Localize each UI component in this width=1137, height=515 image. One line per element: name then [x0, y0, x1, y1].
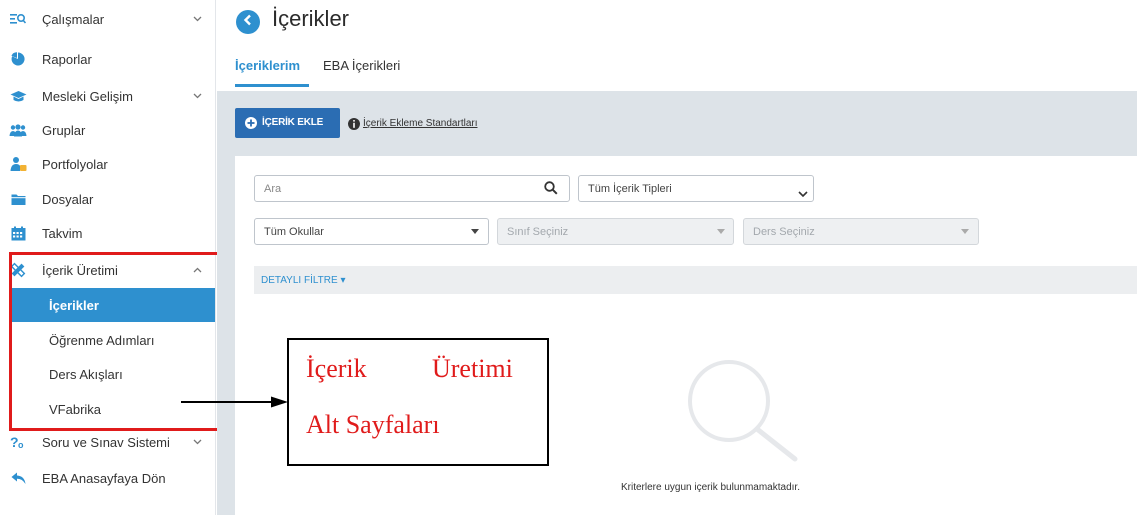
sidebar-subitem-label: VFabrika: [49, 401, 102, 417]
user-portfolio-icon: [9, 155, 27, 173]
tab-eba-icerikleri[interactable]: EBA İçerikleri: [323, 58, 400, 73]
school-value: Tüm Okullar: [264, 225, 324, 238]
course-select[interactable]: Ders Seçiniz: [743, 218, 979, 245]
sidebar-subitem-label: Öğrenme Adımları: [49, 332, 155, 348]
add-content-button[interactable]: İÇERİK EKLE: [235, 108, 340, 138]
question-icon: ? o: [9, 433, 27, 451]
info-icon: [348, 118, 360, 130]
sidebar-item-eba-anasayfa[interactable]: EBA Anasayfaya Dön: [0, 461, 216, 495]
caret-down-icon: [961, 229, 969, 234]
pencil-ruler-icon: [9, 261, 27, 279]
sidebar-subitem-ogrenme-adimlari[interactable]: Öğrenme Adımları: [9, 323, 215, 357]
tab-iceriklerim[interactable]: İçeriklerim: [235, 58, 300, 73]
course-value: Ders Seçiniz: [753, 225, 815, 238]
sidebar-item-label: Soru ve Sınav Sistemi: [42, 434, 170, 450]
sidebar-item-label: Mesleki Gelişim: [42, 88, 134, 104]
class-select[interactable]: Sınıf Seçiniz: [497, 218, 734, 245]
sidebar-item-takvim[interactable]: Takvim: [0, 216, 216, 250]
page-title: İçerikler: [272, 6, 350, 31]
sidebar-item-mesleki-gelisim[interactable]: Mesleki Gelişim: [0, 79, 216, 113]
page-header: İçerikler İçeriklerim EBA İçerikleri: [217, 0, 1137, 90]
reply-arrow-icon: [9, 469, 27, 487]
sidebar-subitem-icerikler[interactable]: İçerikler: [9, 288, 215, 322]
sidebar-item-label: İçerik Üretimi: [42, 262, 118, 278]
detailed-filter-label: DETAYLI FİLTRE ▾: [261, 274, 346, 286]
sidebar-item-soru-sinav[interactable]: ? o Soru ve Sınav Sistemi: [0, 425, 216, 459]
sidebar-subitem-label: İçerikler: [49, 297, 99, 313]
class-value: Sınıf Seçiniz: [507, 225, 569, 238]
empty-state-message: Kriterlere uygun içerik bulunmamaktadır.: [621, 482, 800, 493]
sidebar-item-raporlar[interactable]: Raporlar: [0, 42, 216, 76]
active-tab-indicator: [235, 84, 309, 87]
chevron-left-icon: [243, 13, 253, 31]
search-placeholder: Ara: [264, 182, 282, 195]
pie-chart-icon: [9, 50, 27, 68]
sidebar-item-label: EBA Anasayfaya Dön: [42, 470, 166, 486]
sidebar-item-label: Çalışmalar: [42, 11, 105, 27]
chevron-down-icon: [190, 435, 204, 449]
chevron-down-icon: [190, 89, 204, 103]
content-standards-link[interactable]: İçerik Ekleme Standartları: [363, 118, 478, 129]
chevron-down-icon: [798, 185, 808, 203]
annotation-word-1: İçerik: [306, 354, 367, 383]
sidebar-item-calismalar[interactable]: Çalışmalar: [0, 2, 216, 36]
calendar-icon: [9, 224, 27, 242]
sidebar-item-label: Gruplar: [42, 122, 86, 138]
add-content-label: İÇERİK EKLE: [262, 117, 324, 128]
sidebar-item-gruplar[interactable]: Gruplar: [0, 113, 216, 147]
chevron-up-icon: [190, 263, 204, 277]
search-icon: [544, 181, 558, 200]
sidebar-item-portfolyolar[interactable]: Portfolyolar: [0, 147, 216, 181]
caret-down-icon: [717, 229, 725, 234]
sidebar-item-label: Portfolyolar: [42, 156, 108, 172]
sidebar: Çalışmalar Raporlar Mesleki Gelişim Grup…: [0, 0, 220, 515]
sidebar-item-label: Dosyalar: [42, 191, 94, 207]
empty-search-icon: [685, 357, 801, 468]
arrow-right-icon: [181, 395, 289, 413]
sidebar-item-label: Takvim: [42, 225, 83, 241]
search-input[interactable]: Ara: [254, 175, 570, 202]
sidebar-item-label: Raporlar: [42, 51, 92, 67]
annotation-line-2: Alt Sayfaları: [306, 410, 440, 439]
svg-text:o: o: [18, 440, 24, 450]
sidebar-subitem-ders-akislari[interactable]: Ders Akışları: [9, 357, 215, 391]
caret-down-icon: [471, 229, 479, 234]
folder-icon: [9, 190, 27, 208]
school-select[interactable]: Tüm Okullar: [254, 218, 489, 245]
back-button[interactable]: [236, 10, 260, 34]
sidebar-item-icerik-uretimi[interactable]: İçerik Üretimi: [0, 253, 216, 287]
graduation-cap-icon: [9, 87, 27, 105]
sidebar-item-dosyalar[interactable]: Dosyalar: [0, 182, 216, 216]
list-search-icon: [9, 10, 27, 28]
plus-icon: [245, 117, 257, 129]
content-type-select[interactable]: Tüm İçerik Tipleri: [578, 175, 814, 202]
chevron-down-icon: [190, 12, 204, 26]
sidebar-subitem-label: Ders Akışları: [49, 366, 123, 382]
detailed-filter-toggle[interactable]: DETAYLI FİLTRE ▾: [254, 266, 1137, 294]
annotation-word-2: Üretimi: [432, 354, 513, 383]
annotation-callout: İçerik Üretimi Alt Sayfaları: [287, 338, 549, 466]
content-type-value: Tüm İçerik Tipleri: [588, 182, 672, 195]
users-icon: [9, 121, 27, 139]
